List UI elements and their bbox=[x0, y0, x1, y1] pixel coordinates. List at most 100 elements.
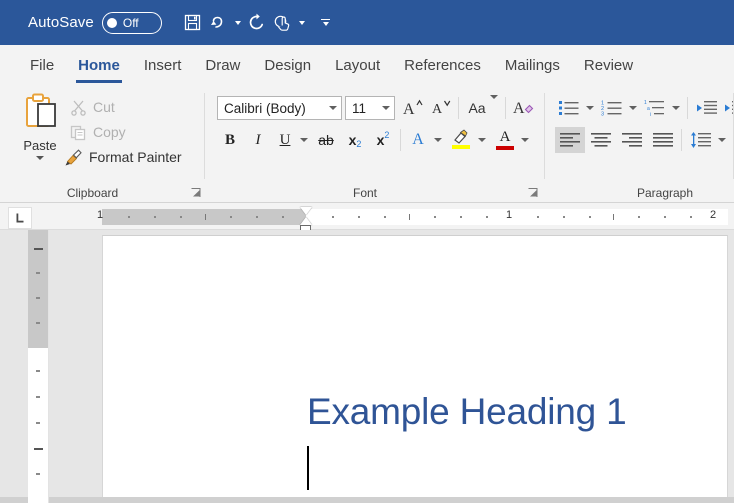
tab-design[interactable]: Design bbox=[252, 45, 323, 87]
format-painter-label: Format Painter bbox=[89, 149, 182, 165]
copy-button[interactable]: Copy bbox=[68, 120, 126, 144]
font-group-label: Font bbox=[352, 186, 377, 200]
multilevel-list-dropdown-icon[interactable] bbox=[669, 95, 682, 121]
svg-text:3: 3 bbox=[601, 112, 604, 118]
line-spacing-button[interactable] bbox=[687, 127, 715, 153]
font-color-button[interactable]: A bbox=[492, 125, 518, 153]
font-color-dropdown-icon[interactable] bbox=[518, 127, 532, 153]
format-painter-button[interactable]: Format Painter bbox=[62, 145, 182, 169]
shrink-font-button[interactable]: A bbox=[428, 95, 454, 121]
paragraph-separator-2 bbox=[681, 129, 682, 151]
paste-button[interactable]: Paste bbox=[12, 92, 68, 170]
decrease-indent-button[interactable] bbox=[693, 95, 721, 121]
text-effects-button[interactable]: A bbox=[405, 127, 431, 153]
autosave-label: AutoSave bbox=[28, 14, 94, 31]
grow-font-button[interactable]: A bbox=[400, 95, 426, 121]
bullets-button[interactable] bbox=[555, 95, 583, 121]
tab-layout[interactable]: Layout bbox=[323, 45, 392, 87]
vertical-ruler[interactable] bbox=[28, 230, 49, 503]
underline-dropdown-icon[interactable] bbox=[297, 127, 311, 153]
touch-mode-icon[interactable] bbox=[270, 10, 296, 36]
multilevel-list-icon: 1 a i bbox=[644, 100, 664, 117]
ruler-left-margin-zone bbox=[102, 209, 306, 225]
superscript-label: x bbox=[376, 132, 385, 148]
align-left-button[interactable] bbox=[555, 127, 585, 153]
touch-mode-dropdown-icon[interactable] bbox=[296, 10, 308, 36]
align-right-button[interactable] bbox=[617, 127, 647, 153]
numbering-button[interactable]: 1 2 3 bbox=[598, 95, 626, 121]
ruler-number-left: 1 bbox=[97, 209, 104, 221]
superscript-button[interactable]: x2 bbox=[370, 127, 396, 153]
font-size-combo[interactable]: 11 bbox=[345, 96, 395, 120]
paste-label: Paste bbox=[23, 138, 57, 153]
bold-button[interactable]: B bbox=[217, 127, 243, 153]
undo-dropdown-icon[interactable] bbox=[232, 10, 244, 36]
underline-button[interactable]: U bbox=[273, 127, 297, 153]
ribbon-tab-strip: File Home Insert Draw Design Layout Refe… bbox=[0, 45, 734, 87]
autosave-toggle[interactable]: Off bbox=[101, 11, 162, 34]
grow-font-icon: A bbox=[403, 99, 423, 118]
line-spacing-dropdown-icon[interactable] bbox=[715, 127, 728, 153]
italic-button[interactable]: I bbox=[245, 127, 271, 153]
multilevel-list-button[interactable]: 1 a i bbox=[641, 95, 669, 121]
clipboard-dialog-launcher[interactable] bbox=[190, 186, 202, 198]
tab-file[interactable]: File bbox=[18, 45, 66, 87]
change-case-button[interactable]: Aa bbox=[463, 95, 503, 121]
tab-stop-selector[interactable] bbox=[8, 207, 32, 229]
tab-mailings[interactable]: Mailings bbox=[493, 45, 572, 87]
copy-label: Copy bbox=[93, 124, 126, 140]
undo-icon[interactable] bbox=[206, 10, 232, 36]
italic-label: I bbox=[255, 131, 261, 148]
font-size-value: 11 bbox=[352, 100, 367, 116]
ribbon-group-clipboard: Paste Cut Copy Format Painter Clipboard bbox=[0, 87, 205, 202]
hanging-indent-marker[interactable] bbox=[300, 217, 312, 225]
ribbon-group-paragraph: 1 2 3 1 a i Paragraph bbox=[545, 87, 734, 202]
first-line-indent-marker[interactable] bbox=[300, 207, 312, 215]
text-effects-dropdown-icon[interactable] bbox=[431, 127, 445, 153]
document-workspace: Example Heading 1 bbox=[0, 230, 734, 503]
svg-text:A: A bbox=[513, 100, 525, 117]
heading-1-text[interactable]: Example Heading 1 bbox=[307, 391, 627, 433]
document-page[interactable]: Example Heading 1 bbox=[102, 235, 728, 498]
strikethrough-button[interactable]: ab bbox=[313, 127, 339, 153]
paragraph-group-label: Paragraph bbox=[636, 186, 694, 200]
text-cursor bbox=[307, 446, 309, 490]
align-center-button[interactable] bbox=[586, 127, 616, 153]
highlighter-icon bbox=[454, 129, 468, 144]
svg-text:A: A bbox=[403, 101, 415, 118]
text-highlight-button[interactable] bbox=[447, 125, 475, 153]
customize-quick-access-toolbar-icon[interactable] bbox=[316, 10, 336, 36]
ruler-number-two: 2 bbox=[710, 209, 717, 221]
copy-icon bbox=[70, 125, 86, 140]
font-dialog-launcher[interactable] bbox=[527, 186, 539, 198]
bottom-edge-strip bbox=[0, 497, 734, 503]
change-case-dropdown-icon[interactable] bbox=[489, 95, 498, 117]
ruler-number-one: 1 bbox=[506, 209, 513, 221]
bullets-dropdown-icon[interactable] bbox=[583, 95, 596, 121]
tab-home[interactable]: Home bbox=[66, 45, 132, 87]
align-right-icon bbox=[622, 133, 642, 147]
line-spacing-icon bbox=[691, 132, 711, 148]
paste-dropdown-icon[interactable] bbox=[36, 156, 44, 160]
cut-button[interactable]: Cut bbox=[68, 95, 115, 119]
numbering-dropdown-icon[interactable] bbox=[626, 95, 639, 121]
tab-review[interactable]: Review bbox=[572, 45, 645, 87]
font-name-combo[interactable]: Calibri (Body) bbox=[217, 96, 342, 120]
title-bar: AutoSave Off bbox=[0, 0, 734, 45]
tab-draw[interactable]: Draw bbox=[193, 45, 252, 87]
subscript-button[interactable]: x2 bbox=[342, 127, 368, 153]
save-icon[interactable] bbox=[180, 10, 206, 36]
justify-button[interactable] bbox=[648, 127, 678, 153]
clear-formatting-button[interactable]: A bbox=[510, 95, 538, 121]
redo-icon[interactable] bbox=[244, 10, 270, 36]
tab-insert[interactable]: Insert bbox=[132, 45, 194, 87]
font-size-dropdown-icon[interactable] bbox=[378, 106, 394, 110]
scissors-icon bbox=[71, 100, 86, 116]
font-name-dropdown-icon[interactable] bbox=[325, 106, 341, 110]
highlight-color-swatch bbox=[452, 145, 470, 149]
text-highlight-dropdown-icon[interactable] bbox=[475, 127, 489, 153]
font-color-label: A bbox=[499, 128, 511, 145]
horizontal-ruler[interactable]: 1 1 2 bbox=[0, 203, 734, 233]
clipboard-group-label: Clipboard bbox=[66, 186, 119, 200]
tab-references[interactable]: References bbox=[392, 45, 493, 87]
